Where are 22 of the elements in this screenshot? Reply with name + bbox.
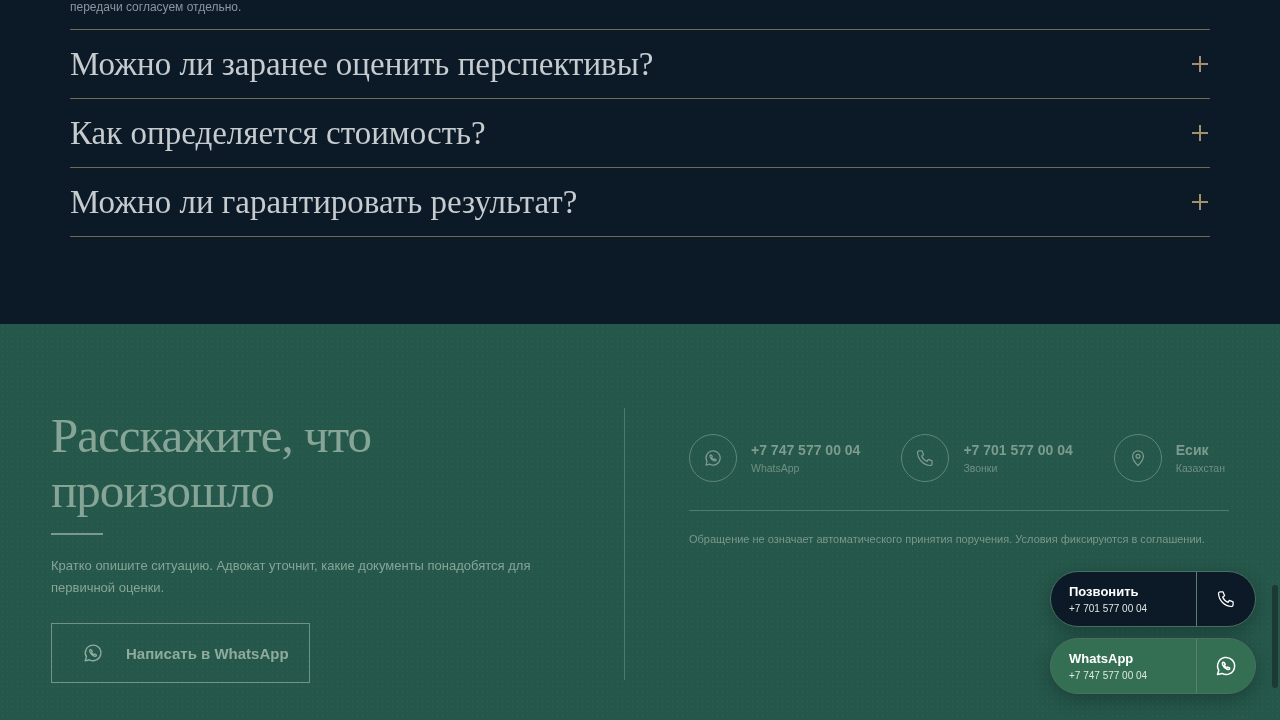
whatsapp-icon	[1214, 654, 1238, 678]
phone-icon	[1216, 589, 1236, 609]
faq-question[interactable]: Как определяется стоимость?	[70, 114, 486, 152]
scrollbar-thumb[interactable]	[1272, 585, 1278, 688]
section-heading: Расскажите, что произошло	[51, 408, 372, 518]
answer-text: передачи согласуем отдельно.	[70, 0, 242, 14]
contact-caption: Казахстан	[1175, 462, 1225, 474]
contact-caption: Звонки	[963, 462, 999, 474]
section-description: Кратко опишите ситуацию. Адвокат уточнит, какие документы понадобятся для первичной оценки.	[51, 557, 531, 597]
plus-icon[interactable]	[1192, 125, 1208, 141]
whatsapp-button[interactable]: WhatsApp +7 747 577 00 04	[1050, 638, 1256, 694]
whatsapp-icon	[703, 448, 723, 468]
faq-question[interactable]: Можно ли гарантировать результат?	[70, 183, 578, 221]
phone-icon	[915, 448, 936, 468]
contact-caption: WhatsApp	[751, 462, 801, 474]
call-button[interactable]: Позвонить +7 701 577 00 04	[1050, 571, 1256, 627]
disclaimer-text: Обращение не означает автоматического принятия поручения. Условия фиксируются в соглашении.	[689, 533, 1206, 545]
faq-question[interactable]: Можно ли заранее оценить перспективы?	[70, 45, 654, 83]
contact-value: Есик	[1175, 442, 1210, 458]
plus-icon[interactable]	[1192, 56, 1208, 72]
plus-icon[interactable]	[1192, 194, 1208, 210]
whatsapp-icon	[82, 642, 104, 664]
